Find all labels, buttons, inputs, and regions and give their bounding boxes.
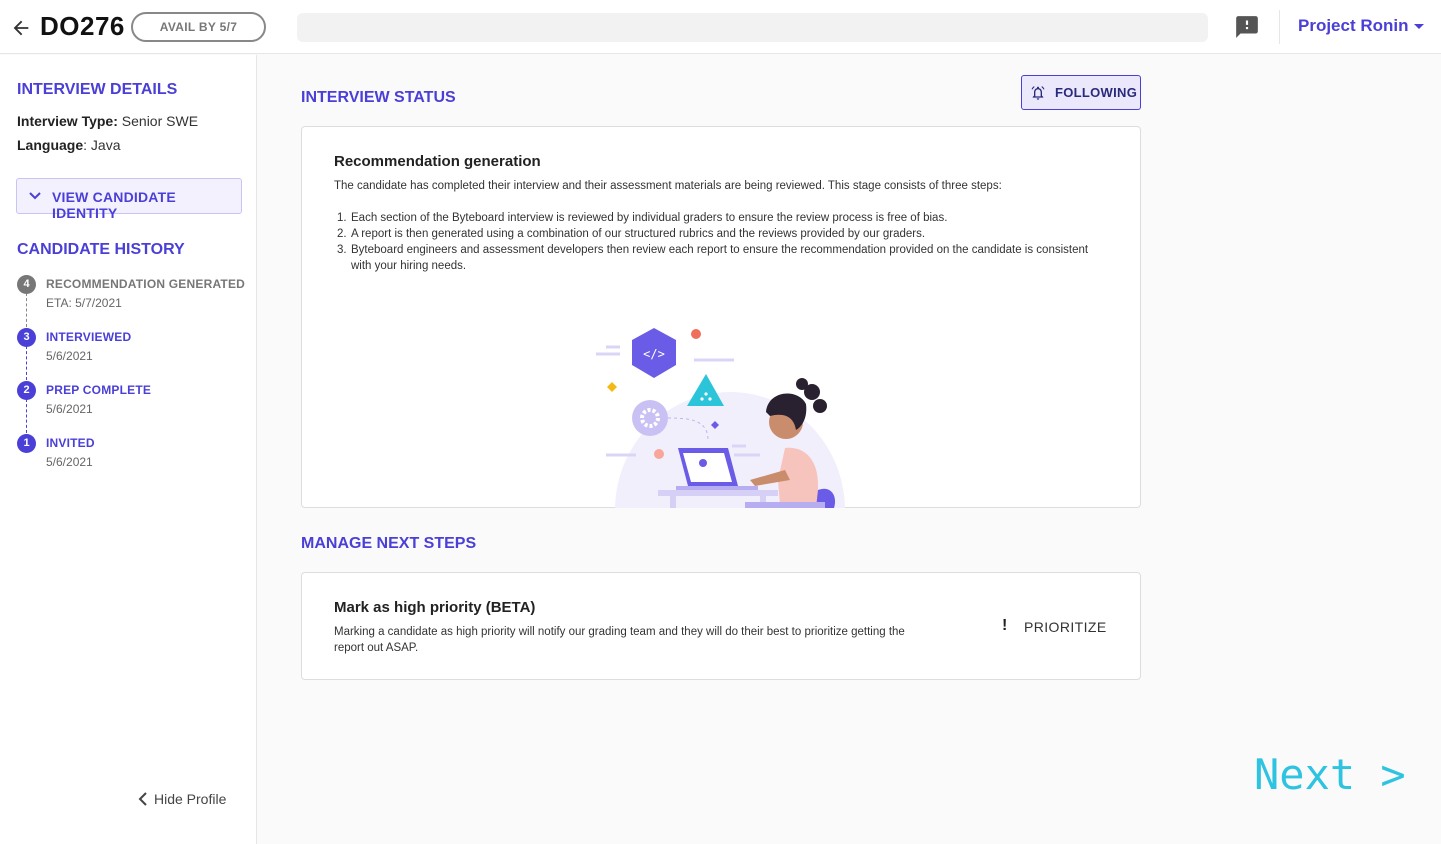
language-value: : Java — [83, 137, 121, 153]
priority-card-title: Mark as high priority (BETA) — [334, 599, 536, 616]
history-item-invited: 1 INVITED 5/6/2021 — [17, 434, 247, 474]
language-label: Language — [17, 137, 84, 153]
chevron-left-icon — [138, 792, 147, 806]
step-label: PREP COMPLETE — [46, 383, 152, 397]
caret-down-icon[interactable] — [1413, 23, 1425, 31]
step-date: 5/6/2021 — [46, 402, 93, 416]
step-date: ETA: 5/7/2021 — [46, 296, 122, 310]
hide-profile-label: Hide Profile — [154, 791, 227, 807]
interview-type-value: Senior SWE — [121, 113, 199, 129]
view-candidate-identity-button[interactable]: VIEW CANDIDATE IDENTITY — [16, 178, 242, 221]
prioritize-button[interactable]: ! PRIORITIZE — [1000, 617, 1110, 637]
following-button[interactable]: FOLLOWING — [1021, 75, 1141, 110]
project-selector[interactable]: Project Ronin — [1298, 16, 1409, 36]
sidebar: INTERVIEW DETAILS Interview Type: Senior… — [0, 55, 257, 844]
review-illustration: </> — [596, 328, 845, 508]
step-number: 3 — [17, 328, 36, 347]
status-card-title: Recommendation generation — [334, 153, 541, 170]
step-label: INTERVIEWED — [46, 330, 132, 344]
interview-type-label: Interview Type: — [17, 113, 118, 129]
list-item: 2. A report is then generated using a com… — [337, 228, 926, 240]
next-button[interactable]: Next > — [1254, 750, 1406, 799]
list-item: 3. Byteboard engineers and assessment dev… — [337, 244, 1089, 272]
status-card-intro: The candidate has completed their interv… — [334, 180, 1002, 192]
step-date: 5/6/2021 — [46, 349, 93, 363]
interview-status-title: INTERVIEW STATUS — [301, 89, 456, 106]
step-number: 2 — [17, 381, 36, 400]
view-candidate-identity-label: VIEW CANDIDATE IDENTITY — [52, 189, 176, 221]
step-label: RECOMMENDATION GENERATED — [46, 277, 246, 291]
priority-card-description: Marking a candidate as high priority wil… — [334, 626, 905, 654]
candidate-id: DO276 — [40, 11, 125, 41]
history-item-prep-complete: 2 PREP COMPLETE 5/6/2021 — [17, 381, 247, 421]
step-number: 4 — [17, 275, 36, 294]
bell-icon — [1031, 86, 1045, 100]
interview-type-line: Interview Type: Senior SWE — [17, 113, 198, 129]
language-line: Language: Java — [17, 137, 120, 153]
following-label: FOLLOWING — [1055, 85, 1138, 100]
manage-next-steps-title: MANAGE NEXT STEPS — [301, 535, 477, 552]
hide-profile-button[interactable]: Hide Profile — [138, 791, 226, 807]
list-item: 1. Each section of the Byteboard intervie… — [337, 212, 948, 224]
step-date: 5/6/2021 — [46, 455, 93, 469]
exclamation-icon: ! — [1002, 617, 1008, 634]
status-steps-list: 1. Each section of the Byteboard intervie… — [337, 210, 1107, 274]
feedback-icon[interactable] — [1234, 14, 1260, 40]
svg-text:</>: </> — [643, 347, 665, 361]
prioritize-label: PRIORITIZE — [1024, 619, 1107, 635]
chevron-down-icon — [29, 192, 41, 200]
history-item-recommendation: 4 RECOMMENDATION GENERATED ETA: 5/7/2021 — [17, 275, 247, 315]
search-bar[interactable] — [297, 13, 1208, 42]
history-item-interviewed: 3 INTERVIEWED 5/6/2021 — [17, 328, 247, 368]
step-number: 1 — [17, 434, 36, 453]
back-arrow-icon[interactable] — [10, 17, 32, 39]
step-label: INVITED — [46, 436, 95, 450]
availability-badge: AVAIL BY 5/7 — [131, 12, 266, 42]
candidate-history-title: CANDIDATE HISTORY — [17, 241, 185, 258]
interview-details-title: INTERVIEW DETAILS — [17, 81, 178, 98]
header-divider — [1279, 10, 1280, 44]
top-header: DO276 AVAIL BY 5/7 Project Ronin — [0, 0, 1441, 54]
